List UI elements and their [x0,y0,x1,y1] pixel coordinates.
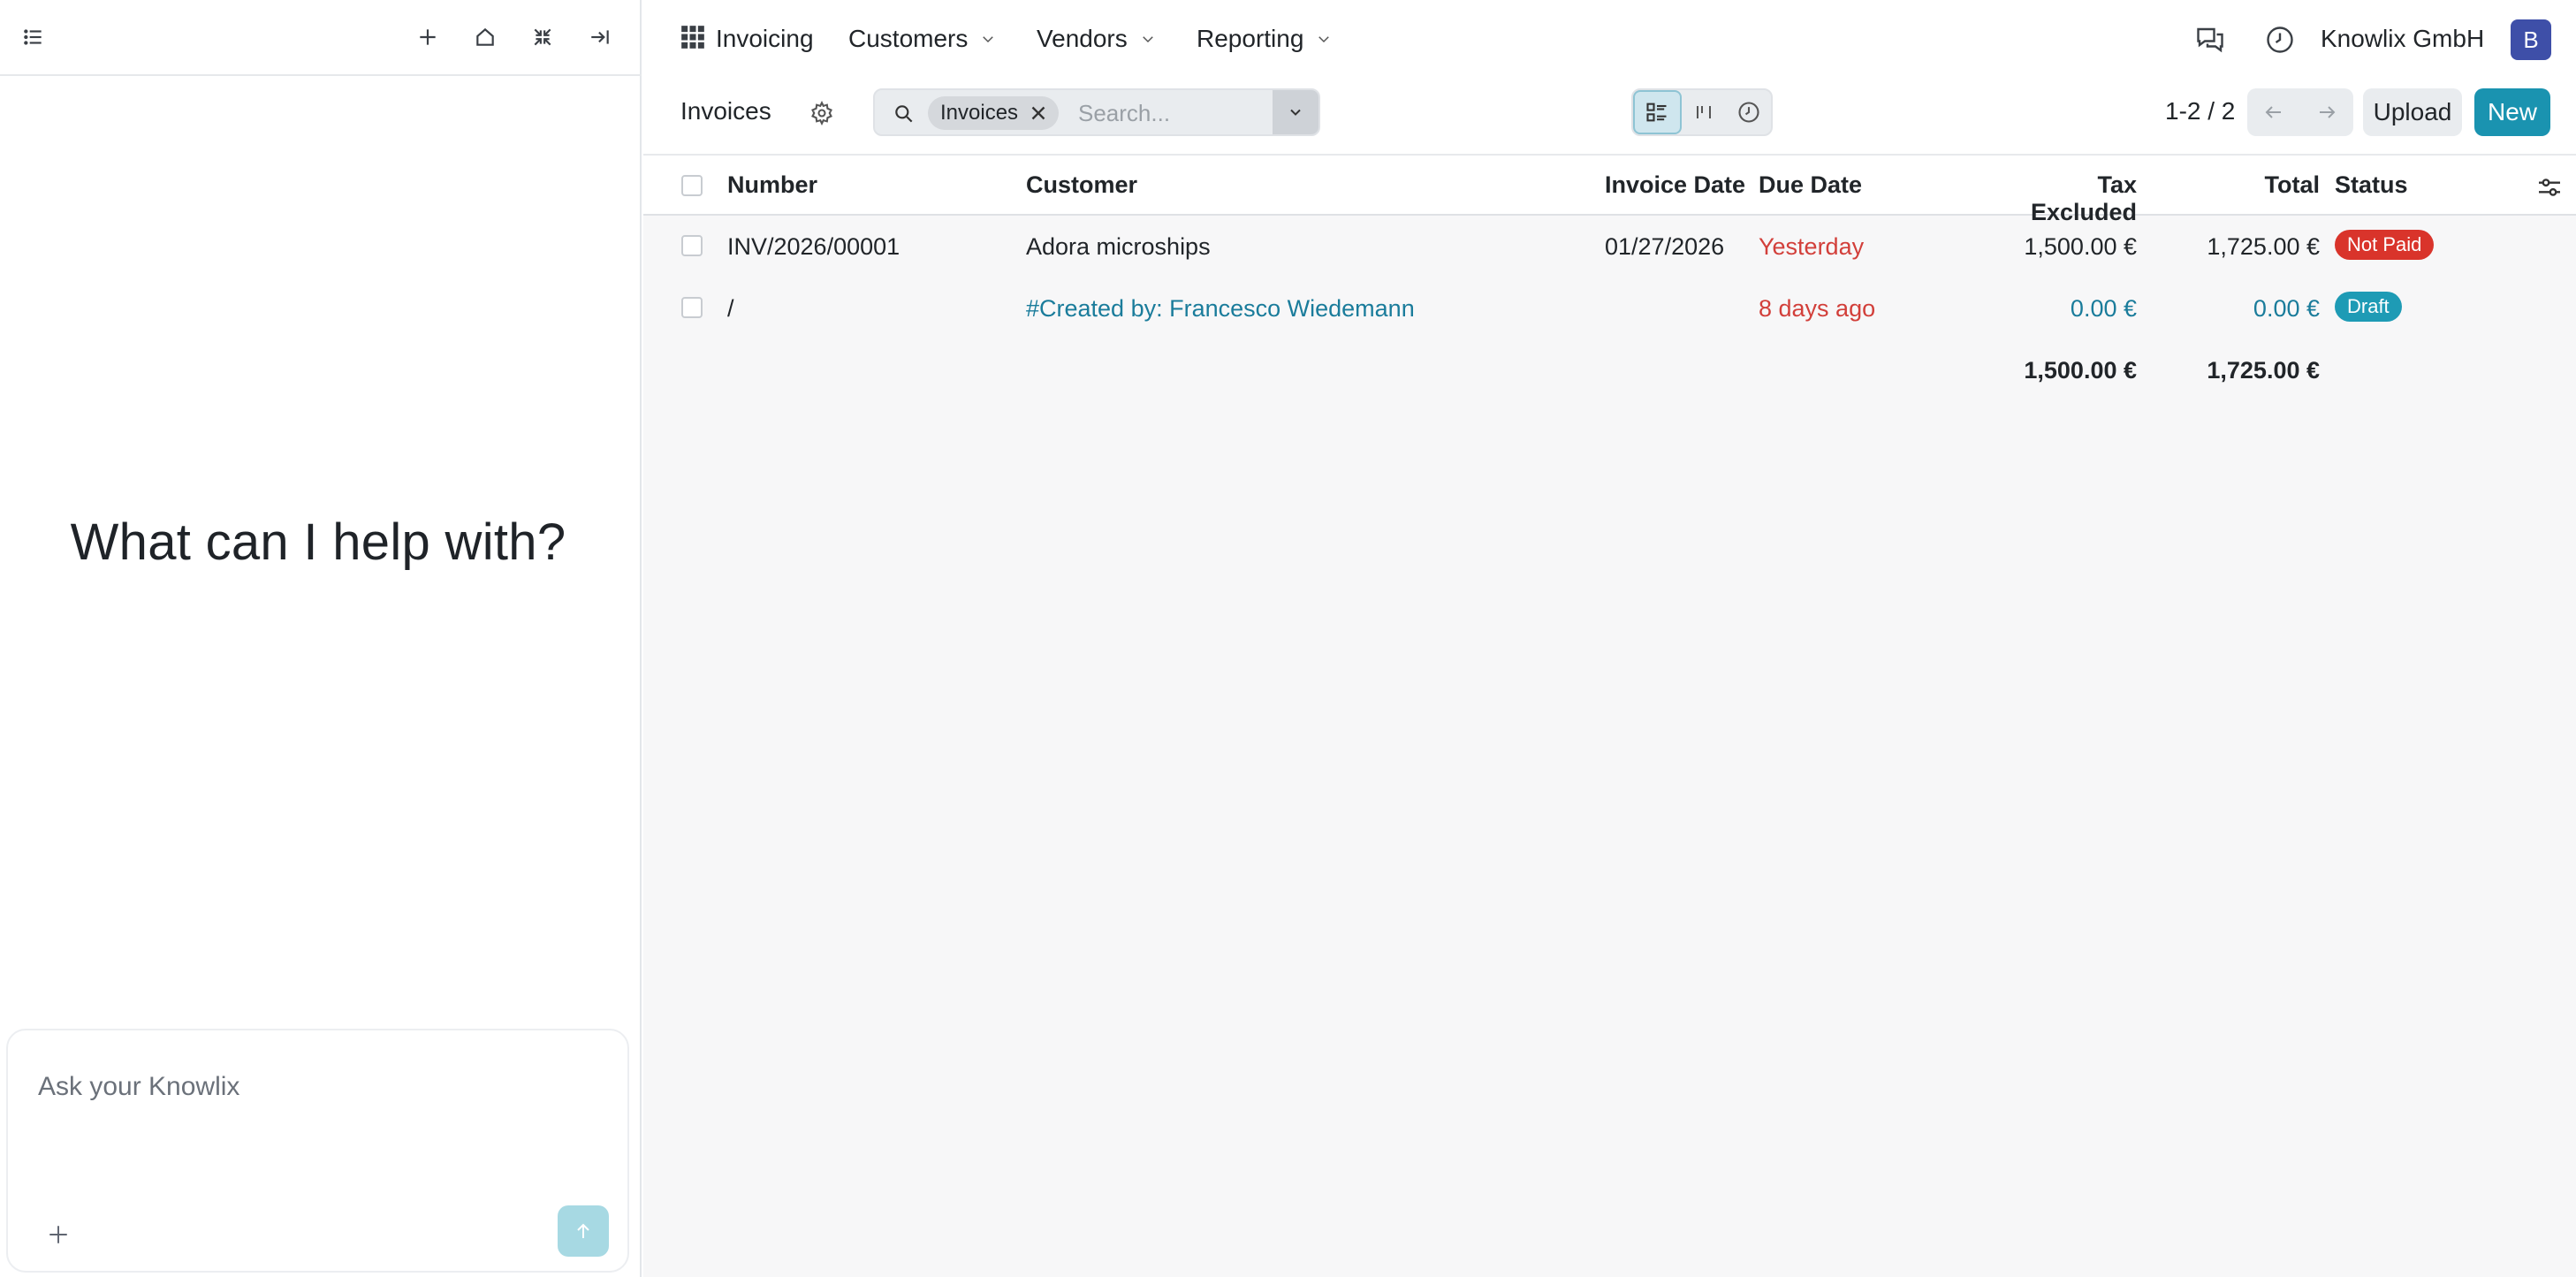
totals-row: 1,500.00 € 1,725.00 € [643,339,2576,401]
arrow-right-icon [2320,106,2336,118]
close-panel-icon[interactable] [579,16,621,58]
cell-total: 1,725.00 € [2207,233,2320,260]
new-button[interactable]: New [2474,88,2550,136]
activity-clock-icon[interactable] [2261,21,2299,58]
cell-total: 0.00 € [2253,295,2320,322]
cell-due-date: Yesterday [1759,233,1865,260]
table-row[interactable]: INV/2026/00001 Adora microships 01/27/20… [643,216,2576,277]
pager-value[interactable]: 1-2 / 2 [2165,97,2235,125]
send-button[interactable] [558,1205,609,1257]
list-icon[interactable] [12,16,55,58]
app-root: What can I help with? Ask your Knowlix I… [0,0,2576,1277]
breadcrumb: Invoices [680,97,771,125]
pager-buttons [2247,88,2353,136]
row-checkbox[interactable] [681,235,703,256]
menu-vendors[interactable]: Vendors [1037,25,1156,53]
cell-number: / [727,295,734,322]
control-panel: Invoices Invoices Search... 1-2 / 2 Uplo… [643,78,2576,156]
cell-tax-excluded: 0.00 € [2070,295,2137,322]
apps-grid-icon[interactable] [680,25,705,49]
assistant-headline: What can I help with? [70,513,566,571]
search-icon [895,105,913,123]
chevron-down-icon [983,36,994,43]
search-input[interactable] [1078,97,1264,129]
cell-invoice-date: 01/27/2026 [1605,233,1725,260]
arrow-up-icon [577,1223,589,1238]
kanban-icon [1697,106,1711,118]
assistant-panel: What can I help with? [0,0,642,1277]
header-status[interactable]: Status [2335,171,2408,199]
menu-label: Customers [848,25,969,52]
user-avatar[interactable]: B [2511,19,2551,60]
top-navbar: Invoicing Customers Vendors Reporting Kn… [643,0,2576,78]
close-icon[interactable] [1027,102,1050,125]
gear-icon[interactable] [804,95,840,131]
chevron-down-icon [1318,36,1330,43]
chevron-down-icon [1290,109,1301,116]
ask-box [6,1029,629,1273]
menu-label: Vendors [1037,25,1128,52]
app-name[interactable]: Invoicing [716,25,814,53]
search-options-toggle[interactable] [1273,90,1318,134]
table-header: Number Customer Invoice Date Due Date Ta… [643,156,2576,225]
header-due-date[interactable]: Due Date [1759,171,1862,199]
home-icon[interactable] [464,16,506,58]
header-number[interactable]: Number [727,171,817,199]
search-bar: Invoices [873,88,1320,136]
pager-previous[interactable] [2247,88,2300,136]
company-switcher[interactable]: Knowlix GmbH [2321,25,2484,53]
cell-due-date: 8 days ago [1759,295,1876,322]
select-all-checkbox[interactable] [681,175,703,196]
kanban-view-button[interactable] [1682,90,1727,134]
optional-columns-icon[interactable] [2535,173,2564,201]
cell-tax-excluded: 1,500.00 € [2024,233,2137,260]
total-tax-excluded: 1,500.00 € [2024,357,2137,384]
status-badge: Not Paid [2335,230,2435,260]
menu-customers[interactable]: Customers [848,25,996,53]
status-badge: Draft [2335,292,2402,322]
messages-icon[interactable] [2192,21,2229,58]
menu-label: Reporting [1197,25,1304,52]
menu-reporting[interactable]: Reporting [1197,25,1332,53]
chevron-down-icon [1142,36,1153,43]
clock-icon [1738,102,1759,123]
upload-button[interactable]: Upload [2363,88,2462,136]
total-amount: 1,725.00 € [2207,357,2320,384]
invoice-table: Number Customer Invoice Date Due Date Ta… [643,156,2576,401]
cell-customer: Adora microships [1026,233,1211,260]
view-switcher [1631,88,1773,136]
facet-label: Invoices [940,101,1019,125]
arrow-left-icon [2265,106,2281,118]
row-checkbox[interactable] [681,297,703,318]
pager-next[interactable] [2300,88,2353,136]
search-facet: Invoices [928,96,1060,130]
list-view-button[interactable] [1633,90,1682,134]
table-row[interactable]: / #Created by: Francesco Wiedemann 8 day… [643,277,2576,339]
activity-view-button[interactable] [1726,90,1771,134]
plus-icon[interactable] [407,16,449,58]
attach-plus-icon[interactable] [36,1212,80,1257]
cell-number: INV/2026/00001 [727,233,900,260]
assistant-toolbar [0,0,642,76]
header-invoice-date[interactable]: Invoice Date [1605,171,1745,199]
list-view-icon [1646,103,1667,122]
main-panel: Invoicing Customers Vendors Reporting Kn… [643,0,2576,1277]
header-total[interactable]: Total [2207,171,2321,199]
header-customer[interactable]: Customer [1026,171,1137,199]
ask-input[interactable] [38,1068,586,1106]
cell-customer: #Created by: Francesco Wiedemann [1026,295,1415,322]
collapse-icon[interactable] [521,16,564,58]
